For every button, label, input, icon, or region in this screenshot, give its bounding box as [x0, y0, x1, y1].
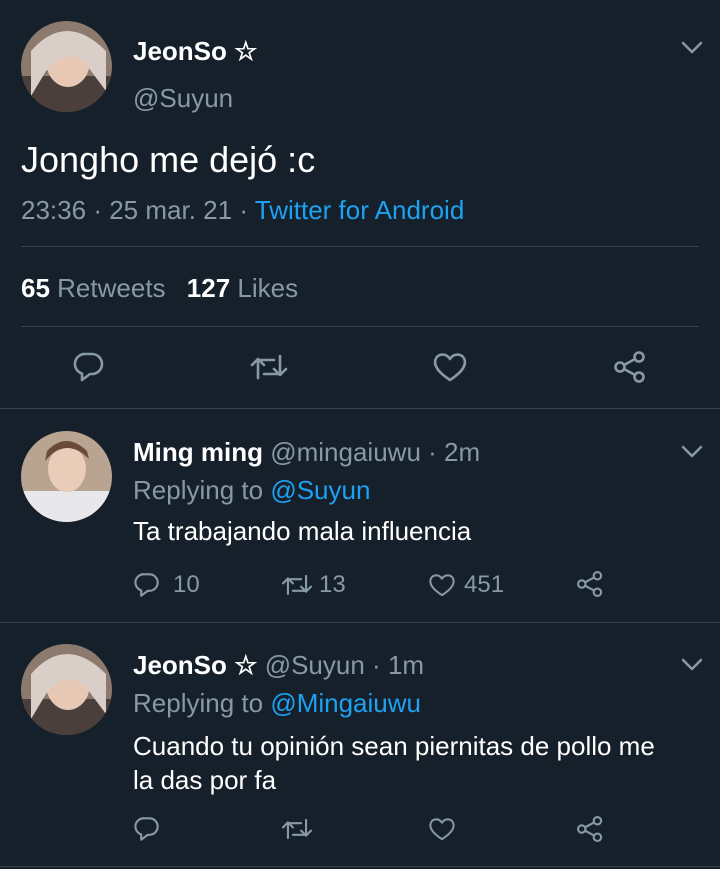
- retweets-stat[interactable]: 65 Retweets: [21, 273, 173, 303]
- divider: [21, 326, 699, 327]
- tweet-text-line: Cuando tu opinión sean piernitas de poll…: [133, 731, 655, 761]
- like-count: 451: [464, 571, 505, 598]
- share-icon[interactable]: [575, 570, 605, 598]
- tweet-time: 1m: [387, 650, 425, 680]
- tweet-header: JeonSo ☆ @Suyun · 1m: [133, 649, 424, 681]
- tweet-source-link[interactable]: Twitter for Android: [255, 195, 465, 225]
- avatar[interactable]: [21, 21, 112, 112]
- like-icon[interactable]: [432, 350, 468, 384]
- tweet-date: 25 mar. 21: [109, 195, 233, 225]
- chevron-down-icon[interactable]: [680, 40, 704, 56]
- like-action[interactable]: 451: [428, 570, 504, 600]
- tweet-text: Ta trabajando mala influencia: [133, 516, 472, 546]
- replying-to-label: Replying to: [133, 688, 264, 718]
- tweet-time: 23:36: [21, 195, 87, 225]
- tweet-text: Jongho me dejó :c: [21, 139, 316, 180]
- retweet-icon[interactable]: [250, 350, 288, 384]
- chevron-down-icon[interactable]: [680, 657, 704, 673]
- meta-separator: ·: [372, 650, 381, 680]
- tweet-text: Cuando tu opinión sean piernitas de poll…: [133, 729, 655, 797]
- like-icon: [428, 571, 456, 599]
- avatar[interactable]: [21, 431, 112, 522]
- meta-separator: ·: [239, 195, 248, 225]
- like-icon[interactable]: [428, 815, 456, 843]
- user-handle: @Suyun: [133, 83, 234, 113]
- replying-to: Replying to @Suyun: [133, 474, 370, 506]
- replying-to: Replying to @Mingaiuwu: [133, 687, 421, 719]
- meta-separator: ·: [428, 437, 437, 467]
- tweet-text-line: la das por fa: [133, 765, 277, 795]
- retweet-icon: [281, 571, 313, 599]
- user-handle: @mingaiuwu: [270, 437, 421, 467]
- retweets-label: Retweets: [57, 273, 166, 303]
- user-handle: @Suyun: [264, 650, 365, 680]
- reply-action[interactable]: 10: [133, 570, 200, 600]
- display-name: JeonSo ☆: [133, 36, 258, 66]
- reply-icon[interactable]: [72, 350, 106, 384]
- chevron-down-icon[interactable]: [680, 444, 704, 460]
- divider: [0, 866, 720, 867]
- reply-icon[interactable]: [133, 815, 161, 843]
- display-name: Ming ming: [133, 437, 263, 467]
- display-name: JeonSo ☆: [133, 650, 258, 680]
- divider: [0, 408, 720, 409]
- tweet-meta: 23:36 · 25 mar. 21 · Twitter for Android: [21, 194, 464, 226]
- retweet-icon[interactable]: [281, 815, 313, 843]
- share-icon[interactable]: [575, 815, 605, 843]
- tweet-stats: 65 Retweets 127 Likes: [21, 272, 298, 304]
- replying-to-link[interactable]: @Mingaiuwu: [270, 688, 421, 718]
- reply-icon: [133, 571, 161, 599]
- likes-count: 127: [186, 273, 231, 303]
- meta-separator: ·: [93, 195, 102, 225]
- tweet-header: Ming ming @mingaiuwu · 2m: [133, 436, 480, 468]
- tweet-time: 2m: [444, 437, 481, 467]
- retweet-action[interactable]: 13: [281, 570, 346, 600]
- likes-label: Likes: [237, 273, 299, 303]
- avatar[interactable]: [21, 644, 112, 735]
- reply-count: 10: [173, 571, 200, 598]
- replying-to-link[interactable]: @Suyun: [270, 475, 370, 505]
- retweets-count: 65: [21, 273, 50, 303]
- retweet-count: 13: [319, 571, 346, 598]
- replying-to-label: Replying to: [133, 475, 264, 505]
- divider: [0, 622, 720, 623]
- likes-stat[interactable]: 127 Likes: [187, 273, 298, 303]
- divider: [21, 246, 699, 247]
- share-icon[interactable]: [612, 350, 648, 384]
